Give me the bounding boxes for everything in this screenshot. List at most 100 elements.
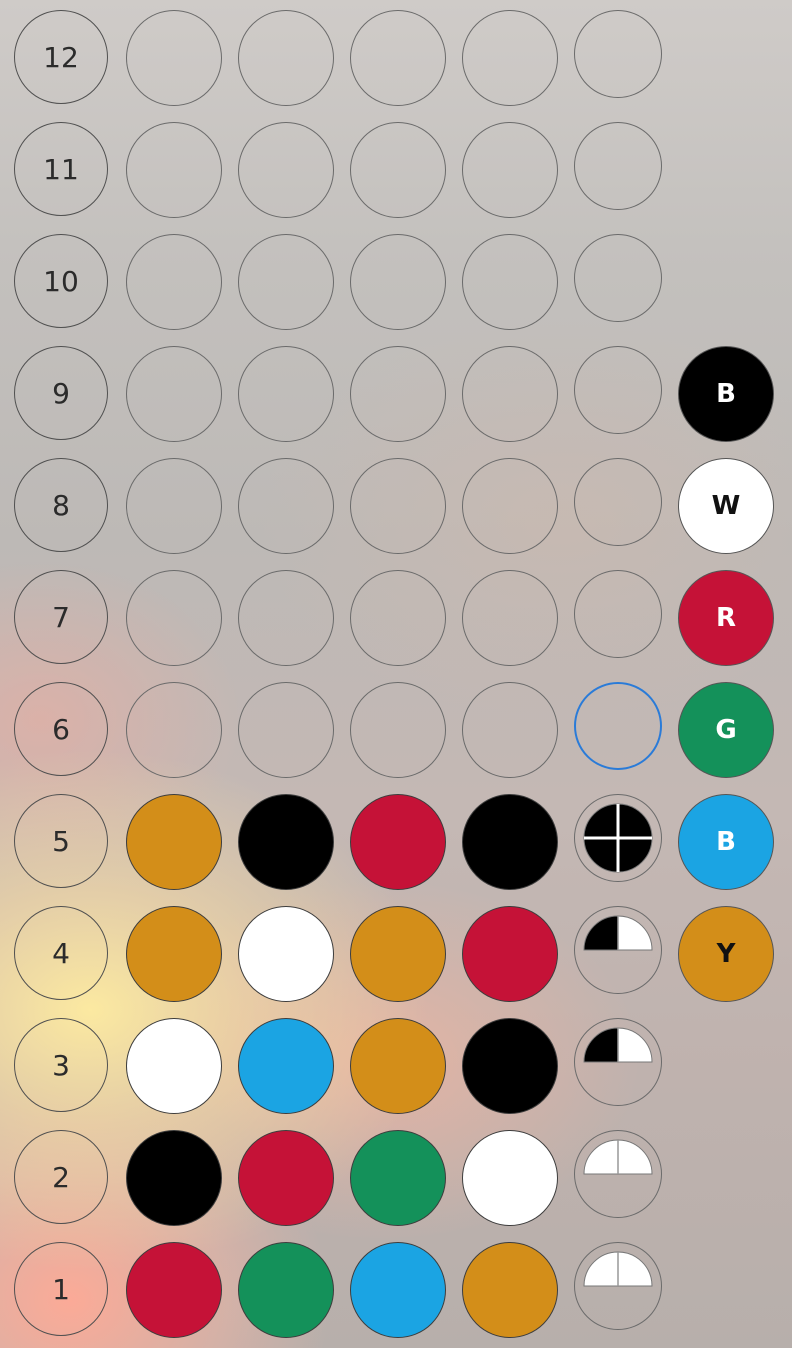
color-picker-green[interactable]: G <box>678 682 774 778</box>
peg-red[interactable] <box>238 1130 334 1226</box>
guess-row: 6 <box>0 672 792 784</box>
empty-peg-slot[interactable] <box>462 458 558 554</box>
feedback-pegs <box>574 1130 662 1218</box>
empty-peg-slot[interactable] <box>238 10 334 106</box>
color-picker-black[interactable]: B <box>678 346 774 442</box>
peg-green[interactable] <box>350 1130 446 1226</box>
empty-peg-slot[interactable] <box>126 234 222 330</box>
feedback-peg-black <box>583 803 619 839</box>
row-number: 11 <box>14 122 108 216</box>
peg-black[interactable] <box>238 794 334 890</box>
empty-peg-slot[interactable] <box>238 682 334 778</box>
peg-black[interactable] <box>462 794 558 890</box>
peg-orange[interactable] <box>126 794 222 890</box>
peg-orange[interactable] <box>350 906 446 1002</box>
peg-orange[interactable] <box>126 906 222 1002</box>
empty-peg-slot[interactable] <box>350 682 446 778</box>
empty-peg-slot[interactable] <box>238 346 334 442</box>
empty-peg-slot[interactable] <box>462 346 558 442</box>
game-board: 12 11 10 9 8 7 6 5 4 3 2 1 B W R G B Y <box>0 0 792 1348</box>
empty-peg-slot[interactable] <box>126 122 222 218</box>
row-number: 1 <box>14 1242 108 1336</box>
feedback-peg-black <box>583 915 619 951</box>
peg-red[interactable] <box>350 794 446 890</box>
empty-peg-slot[interactable] <box>126 682 222 778</box>
feedback-pegs <box>574 906 662 994</box>
row-number: 3 <box>14 1018 108 1112</box>
row-number: 10 <box>14 234 108 328</box>
feedback-pegs <box>574 10 662 98</box>
row-number: 9 <box>14 346 108 440</box>
peg-black[interactable] <box>126 1130 222 1226</box>
peg-blue[interactable] <box>238 1018 334 1114</box>
empty-peg-slot[interactable] <box>126 458 222 554</box>
feedback-icon <box>583 1027 653 1063</box>
empty-peg-slot[interactable] <box>350 10 446 106</box>
empty-peg-slot[interactable] <box>462 682 558 778</box>
row-number: 12 <box>14 10 108 104</box>
guess-row: 5 <box>0 784 792 896</box>
guess-row: 12 <box>0 0 792 112</box>
peg-green[interactable] <box>238 1242 334 1338</box>
feedback-pegs <box>574 346 662 434</box>
feedback-peg-white <box>617 1027 653 1063</box>
color-picker-white[interactable]: W <box>678 458 774 554</box>
feedback-pegs <box>574 234 662 322</box>
empty-peg-slot[interactable] <box>350 570 446 666</box>
feedback-pegs <box>574 122 662 210</box>
guess-row: 2 <box>0 1120 792 1232</box>
peg-white[interactable] <box>462 1130 558 1226</box>
empty-peg-slot[interactable] <box>350 346 446 442</box>
peg-white[interactable] <box>126 1018 222 1114</box>
empty-peg-slot[interactable] <box>350 122 446 218</box>
peg-white[interactable] <box>238 906 334 1002</box>
empty-peg-slot[interactable] <box>462 122 558 218</box>
empty-peg-slot[interactable] <box>462 570 558 666</box>
feedback-peg-white <box>583 1139 619 1175</box>
feedback-icon <box>583 1139 653 1175</box>
guess-row: 3 <box>0 1008 792 1120</box>
empty-peg-slot[interactable] <box>350 234 446 330</box>
empty-peg-slot[interactable] <box>126 10 222 106</box>
row-number: 2 <box>14 1130 108 1224</box>
empty-peg-slot[interactable] <box>238 570 334 666</box>
color-picker-red[interactable]: R <box>678 570 774 666</box>
feedback-pegs <box>574 458 662 546</box>
color-picker-orange[interactable]: Y <box>678 906 774 1002</box>
row-number: 8 <box>14 458 108 552</box>
feedback-peg-black <box>583 1027 619 1063</box>
feedback-peg-white <box>617 915 653 951</box>
feedback-icon <box>583 915 653 951</box>
feedback-peg-white <box>617 1251 653 1287</box>
peg-red[interactable] <box>462 906 558 1002</box>
empty-peg-slot[interactable] <box>126 570 222 666</box>
peg-red[interactable] <box>126 1242 222 1338</box>
peg-orange[interactable] <box>350 1018 446 1114</box>
guess-row: 8 <box>0 448 792 560</box>
row-number: 7 <box>14 570 108 664</box>
guess-row: 1 <box>0 1232 792 1344</box>
empty-peg-slot[interactable] <box>238 234 334 330</box>
color-picker-blue[interactable]: B <box>678 794 774 890</box>
peg-blue[interactable] <box>350 1242 446 1338</box>
feedback-peg-white <box>583 1251 619 1287</box>
feedback-peg-black <box>617 803 653 839</box>
row-number: 6 <box>14 682 108 776</box>
peg-black[interactable] <box>462 1018 558 1114</box>
empty-peg-slot[interactable] <box>126 346 222 442</box>
feedback-pegs <box>574 570 662 658</box>
feedback-icon <box>583 803 653 873</box>
feedback-peg-black <box>617 837 653 873</box>
empty-peg-slot[interactable] <box>462 234 558 330</box>
guess-row: 11 <box>0 112 792 224</box>
feedback-icon <box>583 1251 653 1287</box>
empty-peg-slot[interactable] <box>238 122 334 218</box>
empty-peg-slot[interactable] <box>350 458 446 554</box>
feedback-peg-white <box>617 1139 653 1175</box>
feedback-pegs <box>574 682 662 770</box>
guess-row: 9 <box>0 336 792 448</box>
row-number: 5 <box>14 794 108 888</box>
empty-peg-slot[interactable] <box>462 10 558 106</box>
peg-orange[interactable] <box>462 1242 558 1338</box>
empty-peg-slot[interactable] <box>238 458 334 554</box>
